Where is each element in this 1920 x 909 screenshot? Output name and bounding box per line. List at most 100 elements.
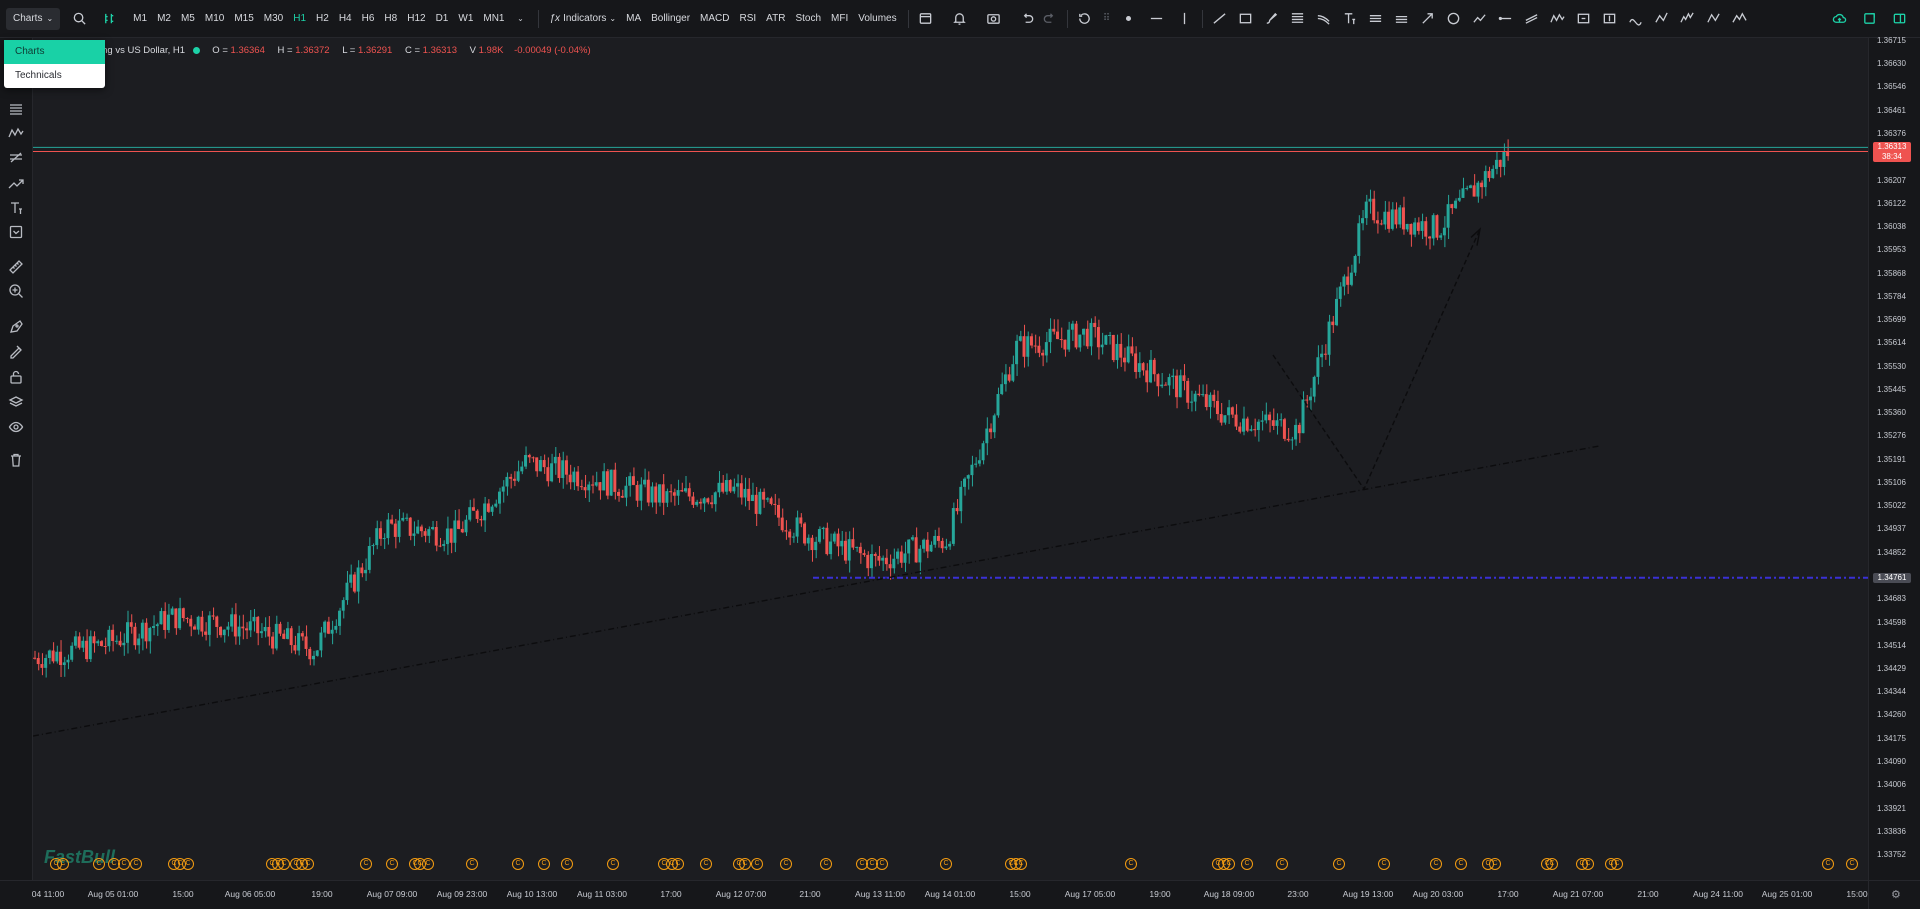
channel-icon[interactable] (5, 146, 27, 168)
timeframe-h1[interactable]: H1 (288, 8, 311, 30)
wave-ab-icon[interactable] (1703, 8, 1725, 30)
economic-event-icon[interactable]: C (1015, 858, 1027, 870)
timeframe-h8[interactable]: H8 (379, 8, 402, 30)
economic-event-icon[interactable]: C (940, 858, 952, 870)
fib-channel-icon[interactable] (1313, 8, 1335, 30)
indicators-button[interactable]: ƒx Indicators ⌄ (545, 8, 622, 30)
timeframe-mn1[interactable]: MN1 (478, 8, 509, 30)
economic-event-icon[interactable]: C (360, 858, 372, 870)
trash-icon[interactable] (5, 449, 27, 471)
price-axis[interactable]: 1.36715 1.36630 1.36546 1.36461 1.36376 1.362… (1868, 36, 1920, 880)
economic-event-icon[interactable]: C (538, 858, 550, 870)
timeframe-m15[interactable]: M15 (229, 8, 258, 30)
screenshot-icon[interactable] (983, 8, 1005, 30)
cloud-upload-icon[interactable] (1828, 8, 1850, 30)
economic-event-icon[interactable]: C (1846, 858, 1858, 870)
wave-abcd-icon[interactable] (1729, 8, 1751, 30)
economic-event-icon[interactable]: C (672, 858, 684, 870)
economic-event-icon[interactable]: C (130, 858, 142, 870)
regression-icon[interactable] (1391, 8, 1413, 30)
timeframe-m2[interactable]: M2 (152, 8, 176, 30)
wave-abc-icon[interactable] (1651, 8, 1673, 30)
indicator-volumes[interactable]: Volumes (853, 8, 901, 30)
path-icon[interactable] (1469, 8, 1491, 30)
economic-event-icon[interactable]: C (607, 858, 619, 870)
ruler-icon[interactable] (5, 256, 27, 278)
timeframe-h12[interactable]: H12 (402, 8, 430, 30)
economic-event-icon[interactable]: C (422, 858, 434, 870)
economic-event-icon[interactable]: C (512, 858, 524, 870)
economic-event-icon[interactable]: C (93, 858, 105, 870)
calendar-icon[interactable] (915, 8, 937, 30)
economic-event-icon[interactable]: C (1489, 858, 1501, 870)
economic-event-icon[interactable]: C (466, 858, 478, 870)
timeframe-h4[interactable]: H4 (334, 8, 357, 30)
gear-icon[interactable]: ⚙ (1891, 888, 1901, 901)
redo-icon[interactable] (1039, 8, 1061, 30)
draw-mode-icon[interactable] (5, 340, 27, 362)
vertical-line-icon[interactable] (1174, 8, 1196, 30)
timeframe-h6[interactable]: H6 (357, 8, 380, 30)
indicator-stoch[interactable]: Stoch (790, 8, 826, 30)
economic-event-icon[interactable]: C (57, 858, 69, 870)
menu-item-technicals[interactable]: Technicals (4, 64, 105, 88)
timeframe-m5[interactable]: M5 (176, 8, 200, 30)
panel-icon[interactable] (1888, 8, 1910, 30)
parallel-lines-icon[interactable] (1521, 8, 1543, 30)
pattern-icon[interactable] (5, 122, 27, 144)
economic-event-icon[interactable]: C (1455, 858, 1467, 870)
dot-icon[interactable] (1118, 8, 1140, 30)
economic-event-icon[interactable]: C (561, 858, 573, 870)
economic-event-icon[interactable]: C (1223, 858, 1235, 870)
curve-icon[interactable] (1625, 8, 1647, 30)
text-icon[interactable] (1339, 8, 1361, 30)
wave-12345-icon[interactable] (1677, 8, 1699, 30)
economic-event-icon[interactable]: C (302, 858, 314, 870)
menu-item-charts[interactable]: Charts (4, 40, 105, 64)
pattern-icon[interactable] (1547, 8, 1569, 30)
timeframe-m10[interactable]: M10 (200, 8, 229, 30)
magnet-icon[interactable] (5, 316, 27, 338)
brush-icon[interactable] (1261, 8, 1283, 30)
zoom-in-icon[interactable] (5, 280, 27, 302)
drag-handle-icon[interactable]: ⠿ (1096, 8, 1118, 30)
indicator-rsi[interactable]: RSI (735, 8, 762, 30)
indicator-ma[interactable]: MA (621, 8, 646, 30)
economic-event-icon[interactable]: C (1333, 858, 1345, 870)
economic-event-icon[interactable]: C (118, 858, 130, 870)
ray-icon[interactable] (1495, 8, 1517, 30)
ellipse-icon[interactable] (1443, 8, 1465, 30)
indicator-bollinger[interactable]: Bollinger (646, 8, 695, 30)
timeframe-m1[interactable]: M1 (128, 8, 152, 30)
timeframe-w1[interactable]: W1 (453, 8, 478, 30)
compare-icon[interactable] (98, 8, 120, 30)
economic-event-icon[interactable]: C (386, 858, 398, 870)
indicator-atr[interactable]: ATR (761, 8, 790, 30)
economic-event-icon[interactable]: C (1611, 858, 1623, 870)
trend-line-icon[interactable] (5, 173, 27, 195)
axis-settings[interactable]: ⚙ (1868, 880, 1920, 909)
price-chart[interactable] (33, 38, 1868, 880)
replay-icon[interactable] (1074, 8, 1096, 30)
economic-event-icon[interactable]: C (1582, 858, 1594, 870)
economic-event-icon[interactable]: C (780, 858, 792, 870)
lock-icon[interactable] (5, 366, 27, 388)
undo-icon[interactable] (1017, 8, 1039, 30)
economic-event-icon[interactable]: C (1241, 858, 1253, 870)
economic-event-icon[interactable]: C (1125, 858, 1137, 870)
economic-event-icon[interactable]: C (1546, 858, 1558, 870)
new-window-icon[interactable] (1858, 8, 1880, 30)
timeframe-d1[interactable]: D1 (431, 8, 454, 30)
parallel-channel-icon[interactable] (1365, 8, 1387, 30)
timeframe-m30[interactable]: M30 (259, 8, 288, 30)
fib-retracement-icon[interactable] (5, 98, 27, 120)
search-icon[interactable] (68, 8, 90, 30)
economic-event-icon[interactable]: C (1430, 858, 1442, 870)
alert-icon[interactable] (949, 8, 971, 30)
horizontal-line-icon[interactable] (1146, 8, 1168, 30)
economic-event-icon[interactable]: C (1378, 858, 1390, 870)
charts-dropdown[interactable]: Charts ⌄ (6, 7, 61, 30)
time-axis[interactable]: 04 11:00 Aug 05 01:00 15:00 Aug 06 05:00 19:… (0, 880, 1868, 909)
price-note-icon[interactable] (5, 221, 27, 243)
timeframe-h2[interactable]: H2 (311, 8, 334, 30)
